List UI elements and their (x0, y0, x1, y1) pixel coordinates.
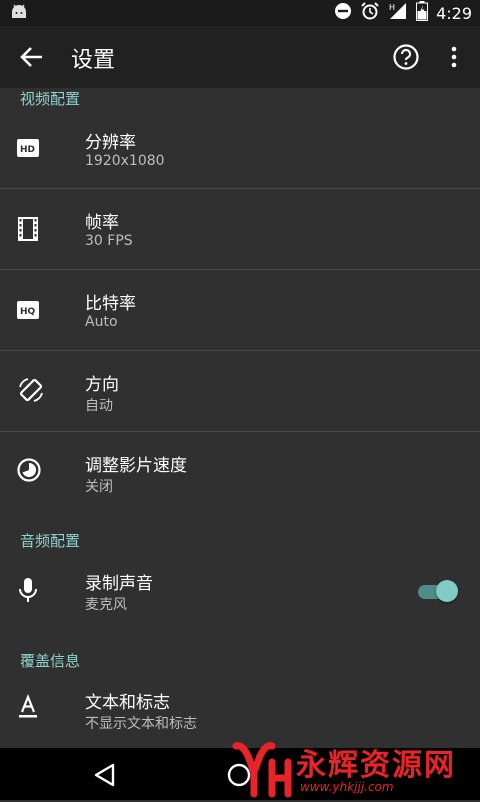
settings-list: 视频配置 HD 分辨率 1920x1080 帧率 30 FPS HQ 比特率 A… (0, 88, 480, 748)
svg-text:HD: HD (20, 145, 35, 155)
screen-rotation-icon (16, 375, 46, 405)
record-audio-toggle[interactable] (418, 579, 458, 603)
setting-record-audio[interactable]: 录制声音 麦克风 (0, 550, 480, 630)
back-arrow-icon[interactable] (18, 45, 46, 69)
status-bar: H 4:29 (0, 0, 480, 26)
setting-value: 关闭 (85, 479, 113, 495)
setting-frame-rate[interactable]: 帧率 30 FPS (0, 189, 480, 269)
do-not-disturb-icon (334, 2, 352, 24)
setting-bitrate[interactable]: HQ 比特率 Auto (0, 270, 480, 350)
setting-title: 帧率 (85, 213, 119, 233)
setting-text-and-logo[interactable]: 文本和标志 不显示文本和标志 (0, 670, 480, 750)
hd-icon: HD (16, 136, 42, 162)
watermark-logo (232, 742, 294, 802)
svg-text:H: H (389, 3, 395, 12)
setting-value: 自动 (85, 398, 113, 414)
battery-icon (416, 1, 429, 25)
setting-value: 1920x1080 (85, 153, 165, 169)
setting-title: 文本和标志 (85, 693, 170, 713)
setting-title: 方向 (85, 375, 119, 395)
watermark-text: 永辉资源网 (296, 748, 456, 783)
text-format-icon (16, 694, 42, 720)
status-time: 4:29 (436, 3, 472, 23)
setting-title: 录制声音 (85, 574, 153, 594)
speed-icon (16, 457, 42, 483)
help-icon[interactable] (392, 43, 420, 71)
toggle-thumb (436, 580, 458, 602)
section-header-audio: 音频配置 (20, 532, 81, 550)
film-icon (16, 216, 42, 242)
setting-title: 分辨率 (85, 133, 136, 153)
setting-title: 调整影片速度 (85, 456, 187, 476)
watermark-url: www.yhkjjj.com (300, 780, 394, 794)
setting-value: 麦克风 (85, 597, 127, 613)
nav-back-icon[interactable] (92, 762, 118, 792)
signal-icon: H (388, 2, 408, 24)
section-header-video: 视频配置 (20, 90, 81, 108)
setting-orientation[interactable]: 方向 自动 (0, 351, 480, 431)
setting-title: 比特率 (85, 294, 136, 314)
alarm-icon (360, 1, 380, 25)
microphone-icon (16, 576, 42, 602)
android-icon (10, 4, 28, 24)
setting-value: 30 FPS (85, 233, 133, 249)
hq-icon: HQ (16, 298, 42, 324)
setting-video-speed[interactable]: 调整影片速度 关闭 (0, 432, 480, 512)
svg-text:HQ: HQ (20, 307, 36, 317)
setting-resolution[interactable]: HD 分辨率 1920x1080 (0, 108, 480, 188)
page-title: 设置 (71, 48, 116, 73)
more-options-icon[interactable] (444, 43, 464, 71)
setting-value: Auto (85, 314, 118, 330)
setting-value: 不显示文本和标志 (85, 716, 197, 732)
section-header-overlay: 覆盖信息 (20, 652, 81, 670)
app-bar: 设置 (0, 26, 480, 88)
